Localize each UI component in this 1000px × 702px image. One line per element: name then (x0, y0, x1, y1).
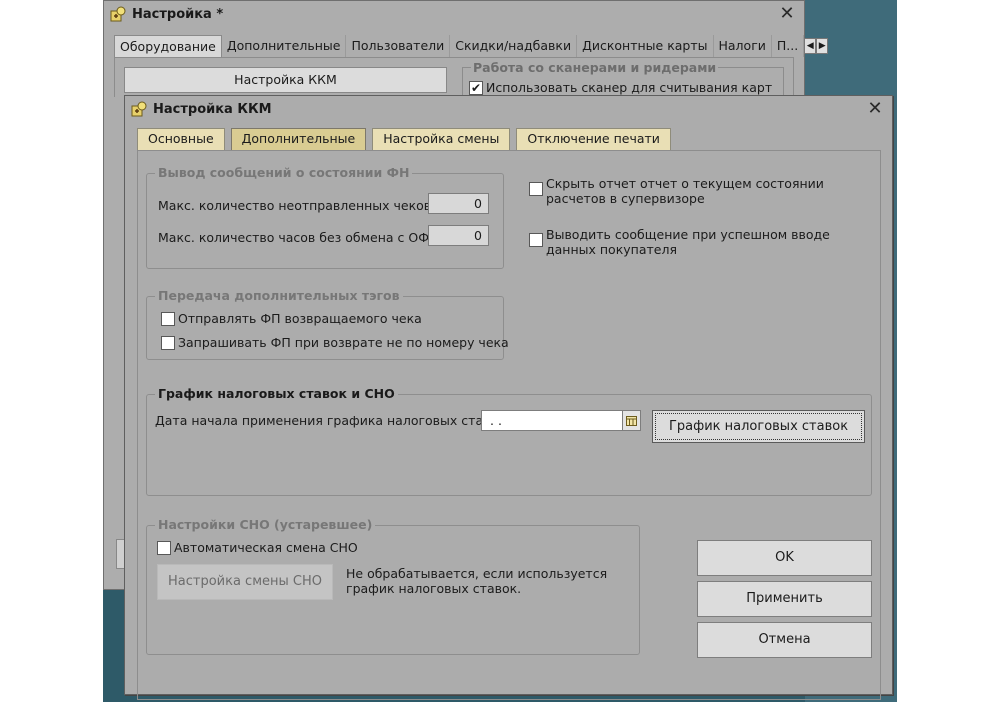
max-hours-label: Макс. количество часов без обмена с ОФД: (158, 230, 443, 245)
tab-basic[interactable]: Основные (137, 128, 225, 150)
ok-button[interactable]: OK (697, 540, 872, 576)
auto-change-sno-label: Автоматическая смена СНО (174, 540, 358, 555)
tab-discounts[interactable]: Скидки/надбавки (450, 35, 578, 57)
calendar-button[interactable] (623, 410, 641, 431)
show-message-checkbox[interactable] (529, 233, 543, 247)
scanner-checkbox-label: Использовать сканер для считывания карт (486, 80, 773, 95)
apply-button[interactable]: Применить (697, 581, 872, 617)
sno-settings-group: Настройки СНО (устаревшее) Автоматическа… (146, 517, 640, 655)
sno-note-line1: Не обрабатывается, если используется (346, 566, 608, 581)
tab-additional[interactable]: Дополнительные (230, 128, 367, 150)
send-fp-checkbox[interactable] (161, 312, 175, 326)
tab-shift-settings[interactable]: Настройка смены (372, 128, 511, 150)
request-fp-row[interactable]: Запрашивать ФП при возврате не по номеру… (161, 335, 509, 350)
tab-more[interactable]: П... (772, 35, 805, 57)
tax-date-label: Дата начала применения графика налоговых… (155, 413, 510, 428)
scanner-checkbox[interactable]: ✔ (469, 81, 483, 95)
tab-users[interactable]: Пользователи (346, 35, 451, 57)
dialog-title: Настройка ККМ (153, 101, 272, 117)
settings-tabs: Оборудование Дополнительные Пользователи… (114, 35, 829, 57)
tax-schedule-button[interactable]: График налоговых ставок (652, 410, 865, 443)
sno-note-line2: график налоговых ставок. (346, 581, 522, 596)
tab-additional[interactable]: Дополнительные (222, 35, 347, 57)
hide-report-row[interactable]: Скрыть отчет отчет о текущем состоянии р… (529, 176, 824, 206)
hide-report-label-line2: расчетов в супервизоре (546, 191, 705, 206)
scanners-group-title: Работа со сканерами и ридерами (471, 60, 719, 75)
send-fp-row[interactable]: Отправлять ФП возвращаемого чека (161, 311, 422, 326)
dialog-titlebar: Настройка ККМ ✕ (125, 96, 892, 122)
tab-disable-printing[interactable]: Отключение печати (516, 128, 671, 150)
close-icon[interactable]: ✕ (864, 98, 886, 120)
sno-group-title: Настройки СНО (устаревшее) (155, 517, 376, 532)
tax-date-input[interactable]: . . (481, 410, 623, 431)
kkm-settings-dialog: Настройка ККМ ✕ Основные Дополнительные … (124, 95, 893, 700)
calendar-icon (626, 416, 637, 426)
auto-change-sno-checkbox[interactable] (157, 541, 171, 555)
sno-change-settings-button[interactable]: Настройка смены СНО (157, 564, 333, 600)
tags-group-title: Передача дополнительных тэгов (155, 288, 403, 303)
close-icon[interactable]: ✕ (776, 3, 798, 25)
show-message-label-line1: Выводить сообщение при успешном вводе (546, 227, 830, 242)
show-message-label-line2: данных покупателя (546, 242, 677, 257)
show-message-label: Выводить сообщение при успешном вводе да… (546, 227, 830, 257)
tab-taxes[interactable]: Налоги (714, 35, 772, 57)
request-fp-label: Запрашивать ФП при возврате не по номеру… (178, 335, 509, 350)
app-icon (110, 6, 126, 22)
cancel-button[interactable]: Отмена (697, 622, 872, 658)
max-unsent-label: Макс. количество неотправленных чеков: (158, 198, 436, 213)
additional-tab-panel: Вывод сообщений о состоянии ФН Макс. кол… (137, 150, 881, 700)
auto-change-sno-row[interactable]: Автоматическая смена СНО (157, 540, 358, 555)
tags-group: Передача дополнительных тэгов Отправлять… (146, 288, 509, 360)
sno-note: Не обрабатывается, если используется гра… (346, 566, 607, 596)
hide-report-label-line1: Скрыть отчет отчет о текущем состоянии (546, 176, 824, 191)
request-fp-checkbox[interactable] (161, 336, 175, 350)
show-message-row[interactable]: Выводить сообщение при успешном вводе да… (529, 227, 830, 257)
hide-report-checkbox[interactable] (529, 182, 543, 196)
tab-scroll-right-icon[interactable]: ▶ (816, 38, 829, 54)
fn-group-title: Вывод сообщений о состоянии ФН (155, 165, 413, 180)
settings-titlebar: Настройка * ✕ (104, 1, 804, 27)
settings-title: Настройка * (132, 6, 224, 22)
hide-report-label: Скрыть отчет отчет о текущем состоянии р… (546, 176, 824, 206)
kkm-settings-button[interactable]: Настройка ККМ (124, 67, 447, 93)
tab-equipment[interactable]: Оборудование (114, 35, 222, 57)
app-icon (131, 101, 147, 117)
send-fp-label: Отправлять ФП возвращаемого чека (178, 311, 422, 326)
tab-scroll-controls: ◀ ▶ (804, 35, 829, 57)
tab-scroll-left-icon[interactable]: ◀ (804, 38, 817, 54)
dialog-tabs: Основные Дополнительные Настройка смены … (137, 128, 677, 150)
dialog-body: Основные Дополнительные Настройка смены … (125, 122, 892, 700)
max-hours-input[interactable]: 0 (428, 225, 489, 246)
tax-schedule-group: График налоговых ставок и СНО Дата начал… (146, 386, 872, 496)
fn-messages-group: Вывод сообщений о состоянии ФН Макс. кол… (146, 165, 504, 269)
tab-discount-cards[interactable]: Дисконтные карты (577, 35, 714, 57)
max-unsent-input[interactable]: 0 (428, 193, 489, 214)
scanner-checkbox-row[interactable]: ✔ Использовать сканер для считывания кар… (469, 80, 772, 95)
tax-group-title: График налоговых ставок и СНО (155, 386, 398, 401)
